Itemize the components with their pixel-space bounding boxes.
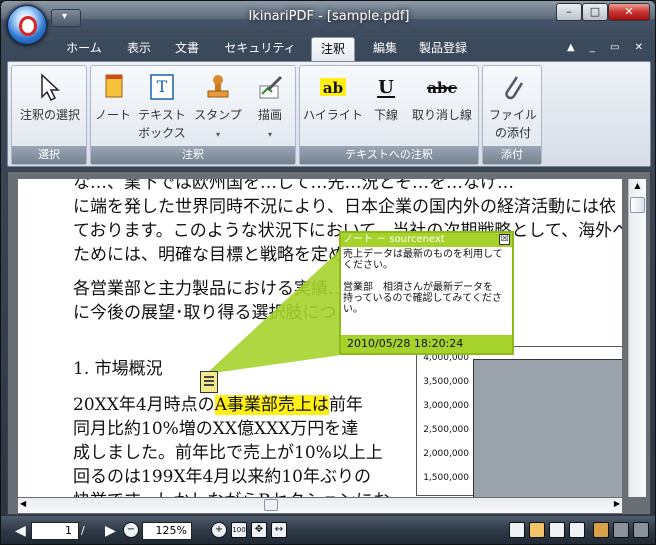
note-title: ノート － sourcenext xyxy=(341,233,512,247)
fit-page-icon[interactable]: ✥ xyxy=(251,522,267,538)
note-timestamp: 2010/05/28 18:20:24 xyxy=(341,335,512,353)
actual-size-icon[interactable]: 100 xyxy=(231,522,247,538)
page-total: / 14 xyxy=(81,524,95,544)
note-body[interactable]: 売上データは最新のものを利用して ください。 営業部 相須さんが最新データを 持ってい… xyxy=(343,249,511,315)
single-page-icon[interactable] xyxy=(509,522,525,538)
grid-view-icon[interactable] xyxy=(569,522,585,538)
page-number-input[interactable]: 1 xyxy=(31,522,79,540)
continuous-page-icon[interactable] xyxy=(529,522,545,538)
note-callout-pointer xyxy=(206,249,341,374)
app-logo-icon xyxy=(19,16,37,36)
zoom-input[interactable]: 125% xyxy=(142,522,192,540)
hand-tool-icon[interactable] xyxy=(633,522,649,538)
two-page-icon[interactable] xyxy=(549,522,565,538)
next-page-icon[interactable]: ▶ xyxy=(105,522,116,540)
app-menu-button[interactable] xyxy=(7,5,47,45)
thumbnail-icon[interactable] xyxy=(593,522,609,538)
note-popup[interactable]: ノート － sourcenext ☒ 売上データは最新のものを利用して ください。… xyxy=(339,231,514,355)
prev-page-icon[interactable]: ◀ xyxy=(15,522,26,540)
sticky-note-icon[interactable] xyxy=(200,371,218,393)
zoom-out-icon[interactable]: − xyxy=(123,522,139,538)
rotate-icon[interactable] xyxy=(613,522,629,538)
app-window: IkinariPDF - [sample.pdf] ▾ – □ ✕ ホーム 表示… xyxy=(0,0,656,545)
zoom-in-icon[interactable]: + xyxy=(211,522,227,538)
status-bar: ◀ 1 / 14 ▶ − 125% + 100 ✥ ↔ xyxy=(1,516,655,544)
close-icon[interactable]: ☒ xyxy=(499,234,510,245)
fit-width-icon[interactable]: ↔ xyxy=(271,522,287,538)
